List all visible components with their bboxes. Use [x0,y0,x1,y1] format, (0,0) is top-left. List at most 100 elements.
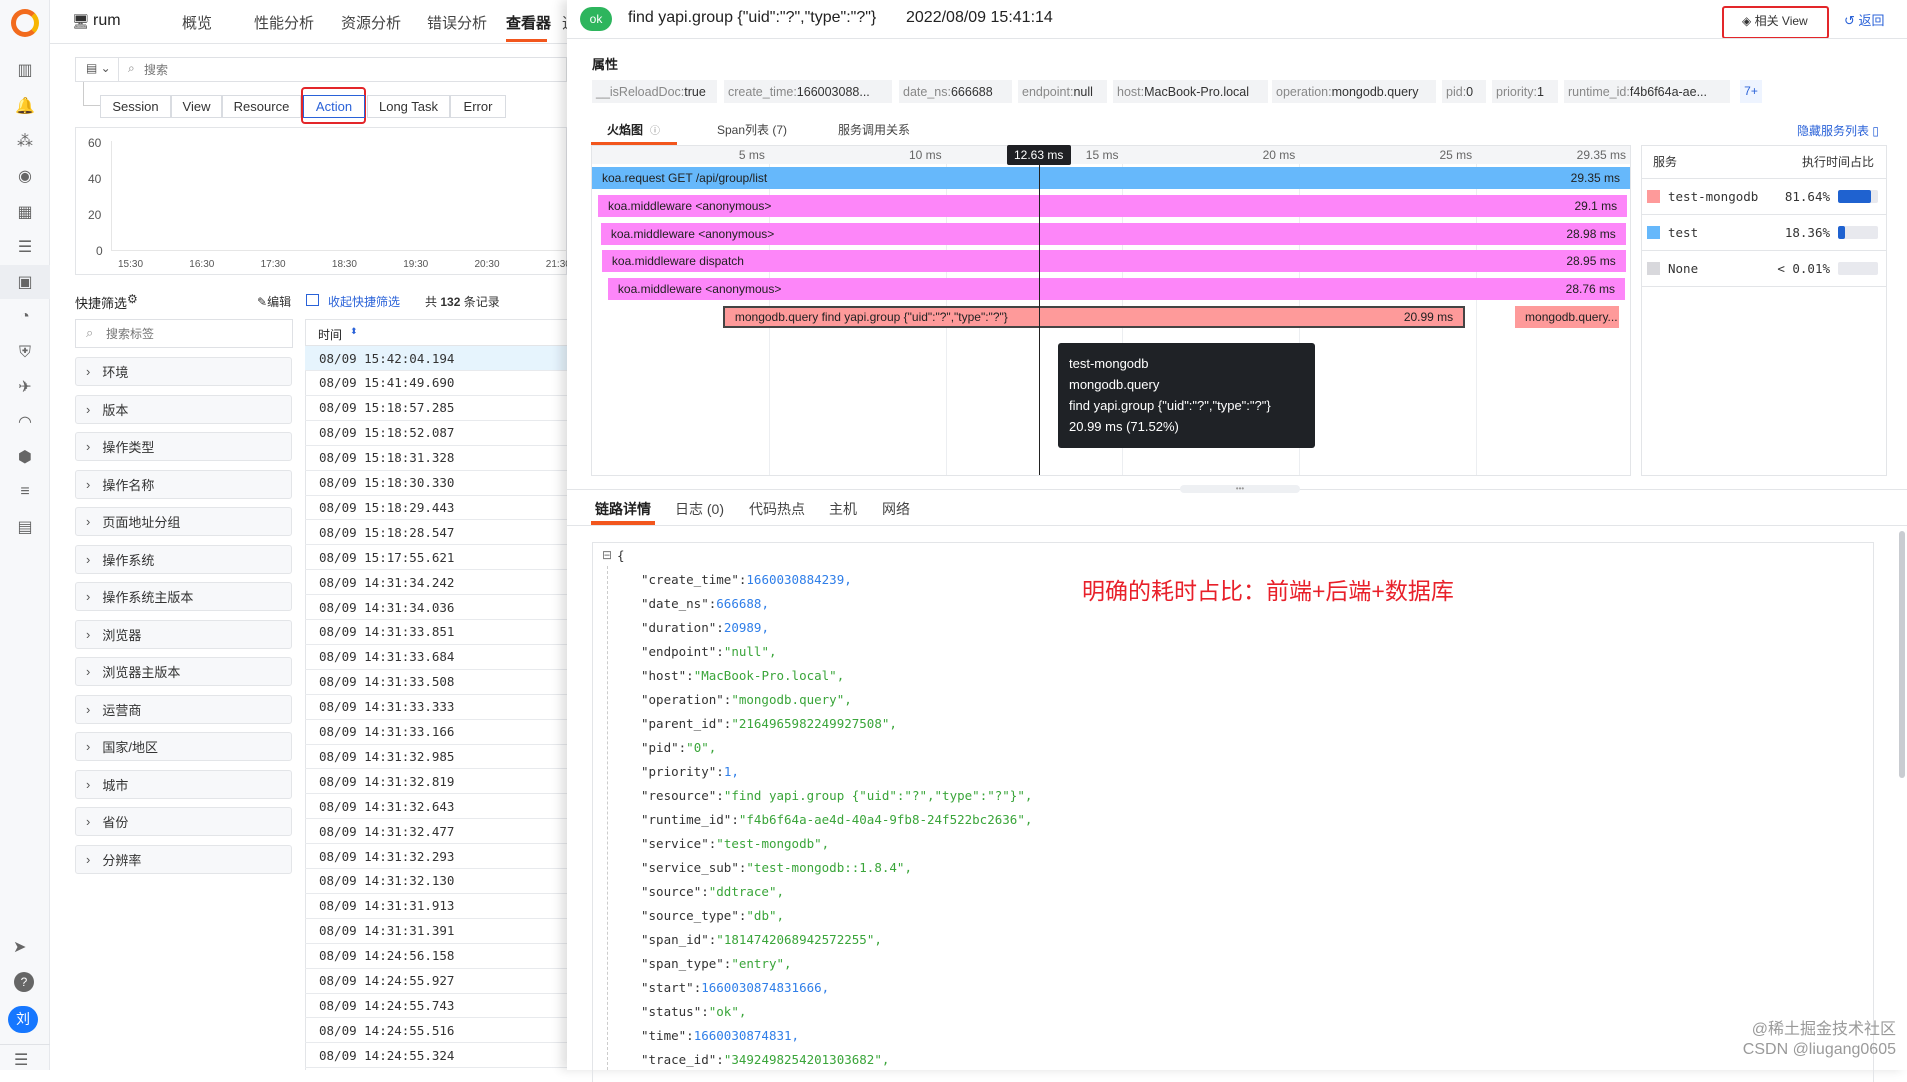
table-row[interactable]: 08/09 15:41:49.690 [305,371,567,396]
filter-group[interactable]: › 环境 [75,357,292,386]
table-row[interactable]: 08/09 14:31:33.166 [305,720,567,745]
more-tags-button[interactable]: 7+ [1740,80,1762,103]
table-row[interactable]: 08/09 15:18:31.328 [305,446,567,471]
tab-detail-4[interactable]: 网络 [882,499,910,519]
attribute-tag[interactable]: endpoint : null [1018,80,1107,103]
check-circle-icon[interactable]: ◉ [13,164,37,188]
scrollbar[interactable] [1899,531,1905,778]
table-row[interactable]: 08/09 15:18:28.547 [305,520,567,546]
back-button[interactable]: ↺ 返回 [1844,10,1885,29]
table-row[interactable]: 08/09 14:31:32.819 [305,769,567,795]
table-row[interactable]: 08/09 14:24:55.927 [305,969,567,994]
filter-group[interactable]: › 国家/地区 [75,732,292,761]
collapse-filter-button[interactable]: 收起快捷筛选 [328,293,400,310]
edit-button[interactable]: ✎编辑 [257,293,291,310]
filter-group[interactable]: › 操作名称 [75,469,292,499]
shield-icon[interactable]: ⛨ [13,341,37,365]
flame-span[interactable]: koa.request GET /api/group/list 29.35 ms [592,167,1630,189]
service-row[interactable]: test 18.36% [1641,215,1886,251]
query-type-icon[interactable]: ▤ ⌄ [86,61,111,75]
flame-span[interactable]: koa.middleware <anonymous> 28.98 ms [600,222,1626,245]
service-row[interactable]: test-mongodb 81.64% [1641,179,1886,215]
table-row[interactable]: 08/09 15:18:30.330 [305,471,567,496]
avatar[interactable]: 刘 [8,1006,38,1033]
box-icon[interactable]: ⬢ [13,445,37,469]
rocket-icon[interactable]: ✈ [13,375,37,399]
tab-view[interactable]: View [171,95,222,118]
bell-icon[interactable]: 🔔 [13,94,37,118]
flame-span[interactable]: koa.middleware <anonymous> 29.1 ms [598,194,1628,217]
tab-detail-1[interactable]: 日志 (0) [675,499,724,519]
tab-error[interactable]: Error [450,95,506,118]
tab-detail-2[interactable]: 代码热点 [749,499,805,519]
help-icon[interactable]: ? [14,972,34,992]
filter-group[interactable]: › 分辨率 [75,844,292,874]
filter-group[interactable]: › 操作系统 [75,544,292,574]
filter-group[interactable]: › 操作系统主版本 [75,582,292,611]
attribute-tag[interactable]: host : MacBook-Pro.local [1113,80,1268,103]
attribute-tag[interactable]: pid : 0 [1442,80,1486,103]
table-row[interactable]: 08/09 14:31:32.130 [305,869,567,894]
filter-group[interactable]: › 版本 [75,394,292,424]
satellite-icon[interactable]: ◔ [13,305,37,329]
tab-flame-1[interactable]: Span列表 (7) [717,121,787,138]
time-column-header[interactable]: 时间 [318,326,342,343]
attribute-tag[interactable]: date_ns : 666688 [899,80,1012,103]
tab-detail-0[interactable]: 链路详情 [595,499,651,519]
table-row[interactable]: 08/09 14:31:32.643 [305,794,567,820]
search-input[interactable] [144,60,544,79]
table-row[interactable]: 08/09 14:31:33.333 [305,695,567,720]
filter-group[interactable]: › 浏览器 [75,619,292,649]
table-row[interactable]: 08/09 14:24:55.743 [305,993,567,1019]
table-row[interactable]: 08/09 14:31:32.985 [305,744,567,770]
table-row[interactable]: 08/09 15:17:55.621 [305,545,567,571]
table-row[interactable]: 08/09 14:31:33.851 [305,620,567,645]
table-row[interactable]: 08/09 14:31:31.391 [305,919,567,944]
tag-search-input[interactable] [106,324,286,343]
filter-icon[interactable]: ☰ [13,235,37,259]
tab-session[interactable]: Session [100,95,171,118]
table-row[interactable]: 08/09 15:18:57.285 [305,396,567,421]
related-view-button[interactable]: ◈ 相关 View [1722,6,1829,39]
table-row[interactable]: 08/09 14:31:32.477 [305,819,567,845]
attribute-tag[interactable]: operation : mongodb.query [1272,80,1436,103]
service-row[interactable]: None < 0.01% [1641,251,1886,287]
table-row[interactable]: 08/09 14:24:55.324 [305,1043,567,1069]
gear-icon[interactable]: ⚙ [127,292,138,306]
table-row[interactable]: 08/09 15:18:52.087 [305,421,567,446]
calendar-icon[interactable]: ▦ [13,200,37,224]
filter-group[interactable]: › 页面地址分组 [75,507,292,536]
table-row[interactable]: 08/09 14:24:55.516 [305,1018,567,1044]
attribute-tag[interactable]: runtime_id : f4b6f64a-ae... [1564,80,1730,103]
tab-long-task[interactable]: Long Task [367,95,450,118]
flame-span[interactable]: mongodb.query find yapi.group {"uid":"?"… [722,306,1466,328]
tab-flame-0[interactable]: 火焰图 [607,121,643,138]
filter-group[interactable]: › 浏览器主版本 [75,657,292,686]
sort-icon[interactable]: ⬍ [350,326,358,337]
tab-action[interactable]: Action [303,95,365,118]
collapse-filter-icon[interactable] [306,294,319,306]
filter-group[interactable]: › 运营商 [75,694,292,724]
flame-span[interactable]: koa.middleware <anonymous> 28.76 ms [607,278,1626,301]
hide-services-button[interactable]: 隐藏服务列表 ▯ [1797,122,1879,139]
table-row[interactable]: 08/09 14:31:34.242 [305,570,567,596]
tab-flame-2[interactable]: 服务调用关系 [838,121,910,138]
table-row[interactable]: 08/09 15:42:04.194 [305,346,567,371]
attribute-tag[interactable]: create_time : 166003088... [724,80,892,103]
nav-item[interactable]: 错误分析 [427,12,487,33]
flame-span[interactable]: mongodb.query... [1515,306,1620,328]
app-name[interactable]: rum [93,12,121,30]
apps-icon[interactable]: ▣ [0,265,50,299]
attribute-tag[interactable]: __isReloadDoc : true [592,80,717,103]
filter-group[interactable]: › 省份 [75,807,292,836]
table-row[interactable]: 08/09 14:31:33.684 [305,645,567,670]
table-row[interactable]: 08/09 14:31:33.508 [305,670,567,695]
nav-item[interactable]: 性能分析 [254,12,314,33]
table-row[interactable]: 08/09 15:18:29.443 [305,495,567,521]
cluster-icon[interactable]: ⁂ [13,129,37,153]
wallet-icon[interactable]: ▤ [13,515,37,539]
guance-logo[interactable] [11,9,39,37]
chart-icon[interactable]: ▥ [13,58,37,82]
nav-item[interactable]: 资源分析 [341,12,401,33]
send-icon[interactable]: ➤ [13,937,26,957]
